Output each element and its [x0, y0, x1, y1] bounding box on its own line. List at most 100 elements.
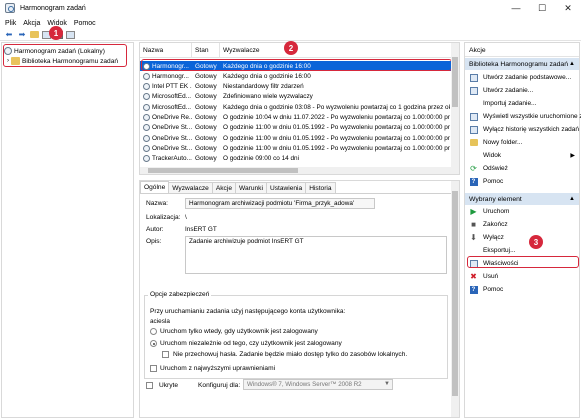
column-header-status[interactable]: Stan: [192, 43, 220, 58]
menu-action[interactable]: Akcja: [23, 20, 40, 27]
radio-run-logged-on[interactable]: [150, 328, 157, 335]
table-row[interactable]: Intel PTT EK ... Gotowy Niestandardowy fil…: [140, 82, 452, 92]
maximize-button[interactable]: ☐: [529, 0, 555, 16]
hidden-checkbox[interactable]: [146, 382, 153, 389]
account-label: Przy uruchamianiu zadania użyj następują…: [150, 308, 346, 315]
menu-help[interactable]: Pomoc: [74, 20, 96, 27]
table-row[interactable]: OneDrive St... Gotowy O godzinie 11:00 w d…: [140, 123, 452, 133]
task-trigger-cell: O godzinie 11:00 w dniu 01.05.1992 - Po …: [223, 134, 450, 142]
step-badge-3: 3: [529, 235, 543, 249]
table-row[interactable]: OneDrive St... Gotowy O godzinie 11:00 w d…: [140, 133, 452, 143]
submenu-arrow-icon: ▶: [570, 153, 575, 159]
task-status-cell: Gotowy: [195, 114, 217, 121]
tab-conditions[interactable]: Warunki: [234, 182, 267, 193]
table-row[interactable]: OneDrive St... Gotowy O godzinie 11:00 w d…: [140, 143, 452, 153]
action-item[interactable]: Utwórz zadanie podstawowe...: [469, 72, 577, 83]
collapse-up-icon[interactable]: ▲: [569, 196, 575, 202]
task-status-cell: Gotowy: [195, 155, 217, 163]
step-badge-2: 2: [284, 41, 298, 55]
task-list-vscrollbar[interactable]: [451, 43, 459, 174]
table-row[interactable]: MicrosoftEd... Gotowy Zdefiniowano wiele w…: [140, 92, 452, 102]
highlight-box-1: [3, 44, 127, 67]
table-row[interactable]: MicrosoftEd... Gotowy Każdego dnia o godzi…: [140, 102, 452, 112]
task-name-cell: OneDrive St...: [140, 144, 192, 152]
toolbar: ⬅ ➡: [0, 29, 581, 41]
task-name-cell: TrackerAuto...: [140, 155, 192, 163]
action-item[interactable]: ■ Zakończ: [469, 219, 577, 230]
action-item[interactable]: ▶ Uruchom: [469, 206, 577, 217]
tab-actions[interactable]: Akcje: [211, 182, 236, 193]
name-label: Nazwa:: [146, 200, 168, 207]
location-label: Lokalizacja:: [146, 214, 181, 221]
task-status-cell: Gotowy: [195, 72, 217, 80]
highest-privileges-label: Uruchom z najwyższymi uprawnieniami: [160, 365, 276, 372]
selected-section-label: Wybrany element: [469, 195, 522, 203]
task-status-cell: Gotowy: [195, 103, 217, 111]
task-trigger-cell: O godzinie 11:00 w dniu 01.05.1992 - Po …: [223, 144, 450, 152]
action-item[interactable]: ✖ Usuń: [469, 271, 577, 282]
action-item[interactable]: Utwórz zadanie...: [469, 85, 577, 96]
action-item[interactable]: Importuj zadanie...: [469, 98, 577, 109]
configure-for-select[interactable]: Windows® 7, Windows Server™ 2008 R2 ▼: [243, 379, 393, 390]
menu-file[interactable]: Plik: [5, 20, 16, 27]
create-task-icon: [469, 86, 478, 95]
close-button[interactable]: ✕: [555, 0, 581, 16]
delete-icon: ✖: [470, 272, 477, 281]
task-details: Ogólne Wyzwalacze Akcje Warunki Ustawien…: [139, 180, 460, 418]
table-row[interactable]: Harmonogr... Gotowy Każdego dnia o godzini…: [140, 71, 452, 81]
task-icon: [143, 155, 150, 163]
action-item[interactable]: Eksportuj...: [469, 245, 577, 256]
task-icon: [143, 144, 150, 152]
task-list-hscrollbar[interactable]: [140, 167, 453, 174]
radio-run-logged-on-label: Uruchom tylko wtedy, gdy użytkownik jest…: [160, 328, 318, 335]
selected-section-header[interactable]: Wybrany element ▲: [465, 193, 579, 205]
collapse-up-icon[interactable]: ▲: [569, 61, 575, 67]
create-basic-task-icon: [469, 73, 478, 82]
task-status-cell: Gotowy: [195, 124, 217, 132]
table-row[interactable]: OneDrive Re... Gotowy O godzinie 10:04 w d…: [140, 113, 452, 123]
action-item[interactable]: ⟳ Odśwież: [469, 163, 577, 174]
task-trigger-cell: O godzinie 11:00 w dniu 01.05.1992 - Po …: [223, 124, 450, 132]
action-item[interactable]: Widok ▶: [469, 150, 577, 161]
radio-run-any[interactable]: [150, 340, 157, 347]
tab-history[interactable]: Historia: [305, 182, 336, 193]
column-header-triggers[interactable]: Wyzwalacze: [220, 43, 452, 58]
action-item[interactable]: Nowy folder...: [469, 137, 577, 148]
tab-settings[interactable]: Ustawienia: [265, 182, 307, 193]
action-item[interactable]: ? Pomoc: [469, 284, 577, 295]
no-password-label: Nie przechowuj hasła. Zadanie będzie mia…: [173, 351, 408, 358]
details-vscrollbar[interactable]: [451, 181, 459, 417]
folder-up-icon[interactable]: [30, 31, 39, 38]
tab-triggers[interactable]: Wyzwalacze: [168, 182, 213, 193]
task-trigger-cell: Niestandardowy filtr zdarzeń: [223, 83, 304, 91]
highest-privileges-checkbox[interactable]: [150, 365, 157, 372]
blank-icon: [469, 246, 478, 255]
task-name-cell: MicrosoftEd...: [140, 103, 192, 111]
task-status-cell: Gotowy: [195, 93, 217, 101]
description-field[interactable]: Zadanie archiwizuje podmiot InsERT GT: [185, 236, 447, 274]
action-item[interactable]: ? Pomoc: [469, 176, 577, 187]
show-pane-icon[interactable]: [66, 30, 75, 39]
forward-arrow-icon[interactable]: ➡: [17, 30, 27, 40]
console-tree: Harmonogram zadań (Lokalny) › Biblioteka…: [1, 42, 134, 418]
column-header-name[interactable]: Nazwa: [140, 43, 192, 58]
task-status-cell: Gotowy: [195, 134, 217, 142]
blank-icon: [469, 151, 478, 160]
minimize-button[interactable]: —: [503, 0, 529, 16]
configure-for-label: Konfiguruj dla:: [198, 382, 241, 389]
library-section-header[interactable]: Biblioteka Harmonogramu zadań ▲: [465, 58, 579, 70]
table-row[interactable]: TrackerAuto... Gotowy O godzinie 09:00 co …: [140, 154, 452, 164]
action-item[interactable]: Wyświetl wszystkie uruchomione zadania: [469, 111, 581, 122]
back-arrow-icon[interactable]: ⬅: [4, 30, 14, 40]
configure-for-value: Windows® 7, Windows Server™ 2008 R2: [247, 381, 362, 388]
no-password-checkbox[interactable]: [162, 351, 169, 358]
actions-header-label: Akcje: [469, 47, 486, 54]
window-title: Harmonogram zadań: [20, 4, 86, 12]
task-icon: [143, 114, 150, 121]
action-item[interactable]: Wyłącz historię wszystkich zadań: [469, 124, 579, 135]
highlight-box-2: [141, 59, 452, 71]
name-field[interactable]: Harmonogram archiwizacji podmiotu 'Firma…: [185, 198, 375, 209]
author-value: InsERT GT: [185, 226, 217, 233]
action-item[interactable]: ⬇ Wyłącz: [469, 232, 577, 243]
tab-general[interactable]: Ogólne: [140, 181, 170, 193]
